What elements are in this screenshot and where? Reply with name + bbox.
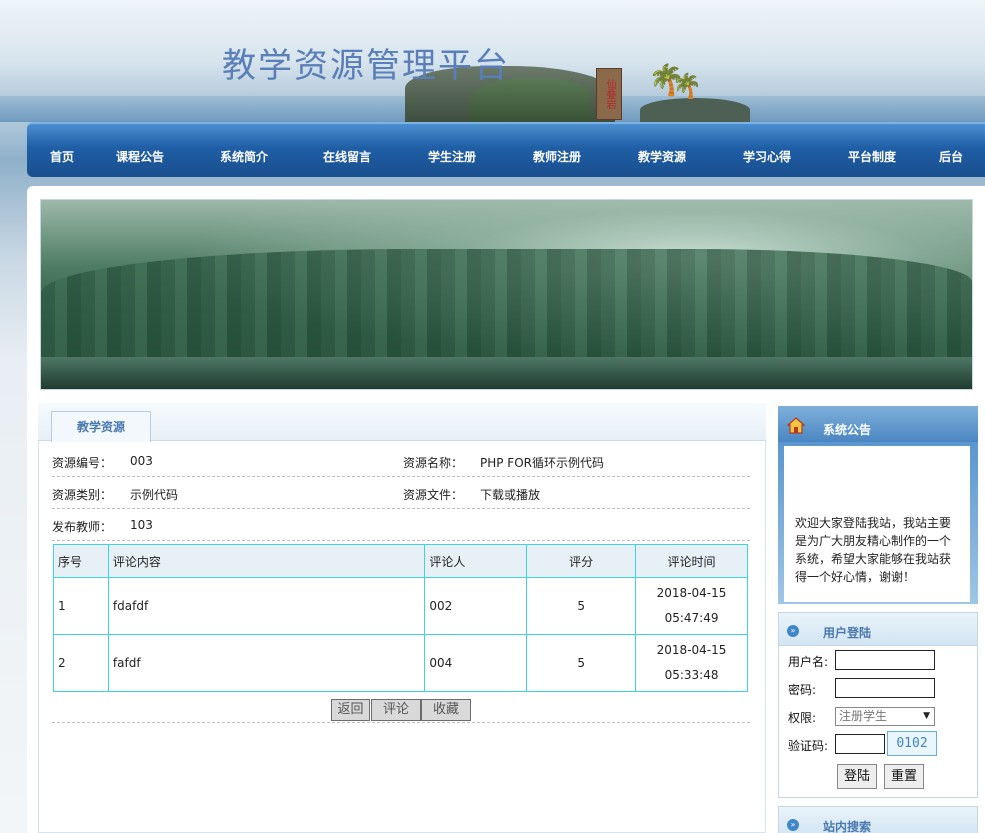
login-header — [778, 612, 978, 646]
column-header-content: 评论内容 — [107, 544, 426, 578]
username-label: 用户名: — [788, 655, 829, 669]
info-row: 资源编号： 003 资源名称： PHP FOR循环示例代码 — [52, 445, 750, 477]
cell-no: 2 — [53, 634, 109, 692]
table-row: 2 fafdf 004 5 2018-04-15 05:33:48 — [53, 634, 748, 692]
comment-button[interactable]: 评论 — [371, 699, 421, 721]
role-select[interactable]: 注册学生 ▼ — [835, 707, 935, 726]
cell-user: 004 — [424, 634, 528, 692]
resource-type-value: 示例代码 — [130, 488, 179, 502]
table-header-row: 序号 评论内容 评论人 评分 评论时间 — [53, 544, 748, 578]
bullet-arrow-icon: » — [787, 625, 799, 637]
main-nav: 首页 课程公告 系统简介 在线留言 学生注册 教师注册 教学资源 学习心得 平台… — [27, 122, 985, 177]
back-button[interactable]: 返回 — [331, 699, 370, 721]
resource-id-label: 资源编号： — [52, 456, 113, 470]
column-header-no: 序号 — [53, 544, 109, 578]
username-input[interactable] — [835, 650, 935, 670]
captcha-input[interactable] — [835, 734, 885, 754]
info-row: 资源类别： 示例代码 资源文件： 下载或播放 — [52, 477, 750, 509]
resource-name-value: PHP FOR循环示例代码 — [480, 456, 604, 470]
search-header — [778, 806, 978, 833]
cell-clock: 05:33:48 — [664, 668, 719, 682]
cell-content: fafdf — [107, 634, 426, 692]
site-title: 教学资源管理平台 — [222, 46, 510, 86]
cell-no: 1 — [53, 577, 109, 635]
nav-item-admin[interactable]: 后台 — [939, 148, 963, 165]
cell-time: 2018-04-15 05:33:48 — [635, 634, 748, 692]
nav-item-student-register[interactable]: 学生注册 — [428, 148, 476, 165]
reset-button[interactable]: 重置 — [884, 764, 924, 789]
captcha-image[interactable]: 0102 — [887, 731, 937, 756]
cell-user: 002 — [424, 577, 528, 635]
banner-image — [40, 199, 973, 390]
bullet-arrow-icon: » — [787, 819, 799, 831]
column-header-score: 评分 — [526, 544, 637, 578]
column-header-time: 评论时间 — [635, 544, 748, 578]
favorite-button[interactable]: 收藏 — [421, 699, 471, 721]
nav-item-study-notes[interactable]: 学习心得 — [743, 148, 791, 165]
cell-clock: 05:47:49 — [664, 611, 719, 625]
banner-water — [41, 357, 972, 389]
notice-header — [778, 406, 978, 442]
tab-teaching-resources[interactable]: 教学资源 — [51, 411, 151, 442]
notice-box: 欢迎大家登陆我站，我站主要是为广大朋友精心制作的一个系统，希望大家能够在我站获得… — [778, 442, 978, 604]
column-header-user: 评论人 — [424, 544, 528, 578]
captcha-label: 验证码: — [788, 739, 829, 753]
password-input[interactable] — [835, 678, 935, 698]
header-seal: 仙叠岩 — [596, 68, 622, 120]
notice-text: 欢迎大家登陆我站，我站主要是为广大朋友精心制作的一个系统，希望大家能够在我站获得… — [795, 516, 952, 584]
login-title: 用户登陆 — [823, 626, 872, 640]
divider — [52, 722, 750, 723]
dropdown-arrow-icon: ▼ — [923, 711, 930, 721]
table-row: 1 fdafdf 002 5 2018-04-15 05:47:49 — [53, 577, 748, 635]
cell-content: fdafdf — [107, 577, 426, 635]
search-title: 站内搜索 — [823, 820, 872, 833]
resource-name-label: 资源名称： — [403, 456, 464, 470]
palm-tree-icon: 🌴 — [672, 72, 702, 100]
cell-time: 2018-04-15 05:47:49 — [635, 577, 748, 635]
cell-date: 2018-04-15 — [656, 586, 727, 600]
resource-file-link[interactable]: 下载或播放 — [480, 486, 540, 503]
teacher-label: 发布教师： — [52, 520, 113, 534]
nav-item-teaching-resources[interactable]: 教学资源 — [638, 148, 686, 165]
nav-item-course-notice[interactable]: 课程公告 — [116, 148, 164, 165]
nav-item-system-intro[interactable]: 系统简介 — [220, 148, 268, 165]
resource-id-value: 003 — [130, 454, 153, 468]
notice-inner: 欢迎大家登陆我站，我站主要是为广大朋友精心制作的一个系统，希望大家能够在我站获得… — [784, 446, 970, 602]
banner-trees — [41, 249, 972, 359]
role-select-value: 注册学生 — [839, 709, 888, 723]
login-button[interactable]: 登陆 — [837, 764, 877, 789]
role-label: 权限: — [788, 711, 817, 725]
nav-item-home[interactable]: 首页 — [50, 148, 74, 165]
cell-score: 5 — [526, 577, 637, 635]
home-icon — [787, 417, 805, 434]
nav-item-platform-rules[interactable]: 平台制度 — [848, 148, 896, 165]
nav-item-teacher-register[interactable]: 教师注册 — [533, 148, 581, 165]
nav-item-online-message[interactable]: 在线留言 — [323, 148, 371, 165]
header-island-image — [640, 98, 750, 122]
notice-title: 系统公告 — [823, 423, 872, 437]
resource-type-label: 资源类别： — [52, 488, 113, 502]
teacher-value: 103 — [130, 518, 153, 532]
comments-table: 序号 评论内容 评论人 评分 评论时间 1 fdafdf 002 5 2018-… — [53, 544, 748, 692]
resource-file-label: 资源文件： — [403, 488, 464, 502]
password-label: 密码: — [788, 683, 817, 697]
info-row: 发布教师： 103 — [52, 509, 750, 541]
cell-score: 5 — [526, 634, 637, 692]
cell-date: 2018-04-15 — [656, 643, 727, 657]
site-header: 🌴 🌴 仙叠岩 教学资源管理平台 — [0, 0, 985, 122]
